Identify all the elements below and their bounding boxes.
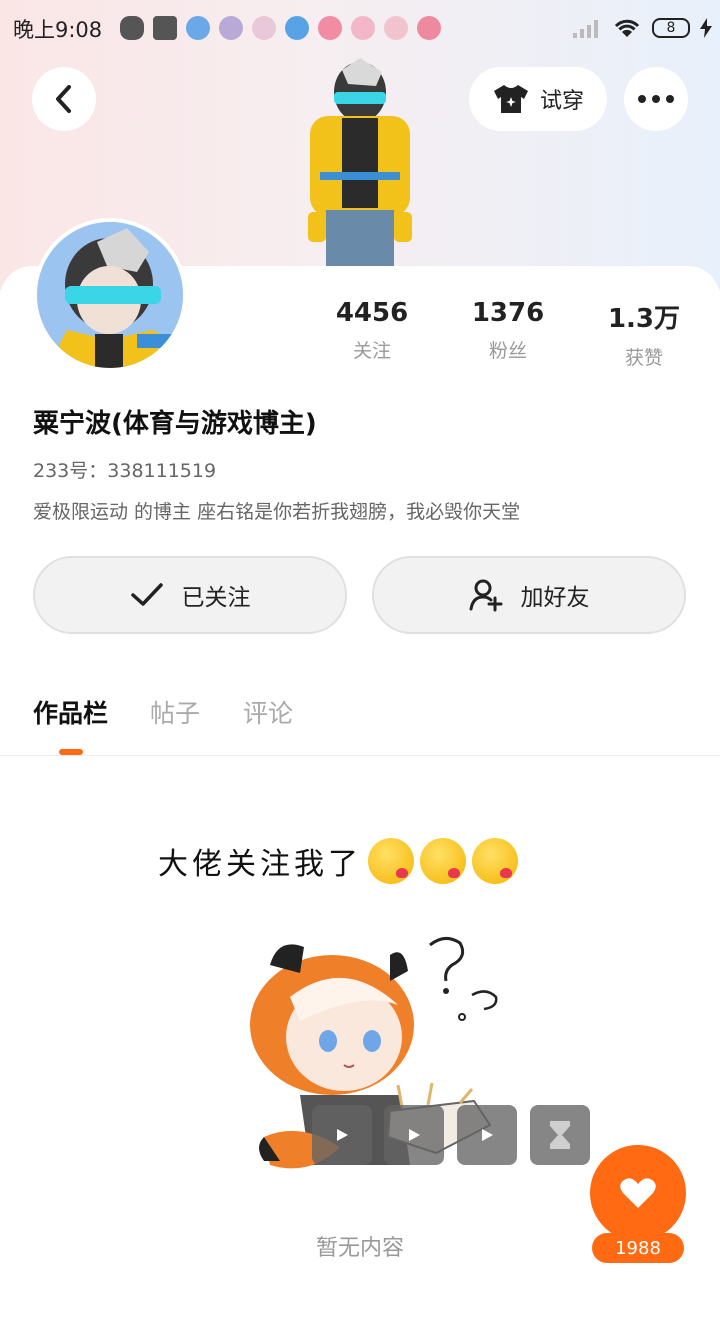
tab-comments[interactable]: 评论 xyxy=(243,694,293,730)
video-thumbnail-3[interactable] xyxy=(457,1105,517,1165)
tab-divider xyxy=(0,755,720,756)
try-on-button[interactable]: 试穿 xyxy=(469,67,607,131)
chevron-left-icon xyxy=(56,85,71,113)
tab-works[interactable]: 作品栏 xyxy=(33,694,108,730)
app-icon-6 xyxy=(351,16,375,40)
like-button[interactable] xyxy=(590,1145,686,1241)
wifi-icon xyxy=(614,19,640,37)
hourglass-icon xyxy=(550,1121,570,1149)
tab-posts[interactable]: 帖子 xyxy=(150,694,200,730)
play-icon xyxy=(482,1129,493,1141)
app-icon-1 xyxy=(186,16,210,40)
avatar-image xyxy=(37,222,183,368)
add-friend-label: 加好友 xyxy=(520,585,590,611)
app-icon-5 xyxy=(318,16,342,40)
kiss-emoji-icon xyxy=(368,838,414,884)
followers-label: 粉丝 xyxy=(488,340,527,362)
play-icon xyxy=(337,1129,348,1141)
try-on-label: 试穿 xyxy=(539,89,584,114)
tshirt-icon xyxy=(493,85,528,113)
more-dots-icon xyxy=(638,95,674,103)
kiss-emoji-icon xyxy=(420,838,466,884)
profile-id: 233号：338111519 xyxy=(33,460,217,482)
character-illustration xyxy=(308,58,412,266)
empty-state-caption: 大佬关注我了 xyxy=(158,838,518,884)
followed-button[interactable]: 已关注 xyxy=(33,556,347,634)
profile-name: 粟宁波(体育与游戏博主) xyxy=(33,409,317,439)
cellular-signal-icon xyxy=(573,20,598,38)
heart-icon xyxy=(620,1178,656,1208)
app-icon-4 xyxy=(285,16,309,40)
profile-bio: 爱极限运动 的博主 座右铭是你若折我翅膀，我必毁你天堂 xyxy=(33,501,521,523)
avatar[interactable] xyxy=(33,218,187,372)
mi-icon xyxy=(153,16,177,40)
checkmark-icon xyxy=(130,583,163,606)
app-icon-2 xyxy=(219,16,243,40)
video-thumbnail-2[interactable] xyxy=(384,1105,444,1165)
likes-received-count: 1.3万 xyxy=(607,304,681,334)
status-bar: 晚上9:08 8 xyxy=(0,0,720,56)
more-options-button[interactable] xyxy=(624,67,688,131)
back-button[interactable] xyxy=(32,67,96,131)
video-thumbnail-4[interactable] xyxy=(530,1105,590,1165)
stat-following[interactable]: 4456 关注 xyxy=(312,298,432,363)
play-icon xyxy=(409,1129,420,1141)
following-count: 4456 xyxy=(335,298,409,328)
followers-count: 1376 xyxy=(471,298,545,328)
wechat-icon xyxy=(120,16,144,40)
battery-indicator: 8 xyxy=(652,18,690,38)
app-icon-7 xyxy=(384,16,408,40)
stat-likes[interactable]: 1.3万 获赞 xyxy=(584,298,704,370)
stat-followers[interactable]: 1376 粉丝 xyxy=(448,298,568,363)
followed-label: 已关注 xyxy=(181,585,251,611)
like-count: 1988 xyxy=(592,1233,684,1263)
charging-icon xyxy=(700,18,712,38)
system-status: 8 xyxy=(572,14,712,42)
status-time: 晚上9:08 xyxy=(13,18,103,42)
kiss-emoji-icon xyxy=(472,838,518,884)
video-thumbnail-1[interactable] xyxy=(312,1105,372,1165)
likes-received-label: 获赞 xyxy=(624,347,663,369)
following-label: 关注 xyxy=(352,340,391,362)
app-icon-3 xyxy=(252,16,276,40)
add-user-icon xyxy=(469,579,502,612)
empty-caption-text: 大佬关注我了 xyxy=(158,847,362,882)
notification-icons xyxy=(120,14,441,42)
add-friend-button[interactable]: 加好友 xyxy=(372,556,686,634)
app-icon-8 xyxy=(417,16,441,40)
